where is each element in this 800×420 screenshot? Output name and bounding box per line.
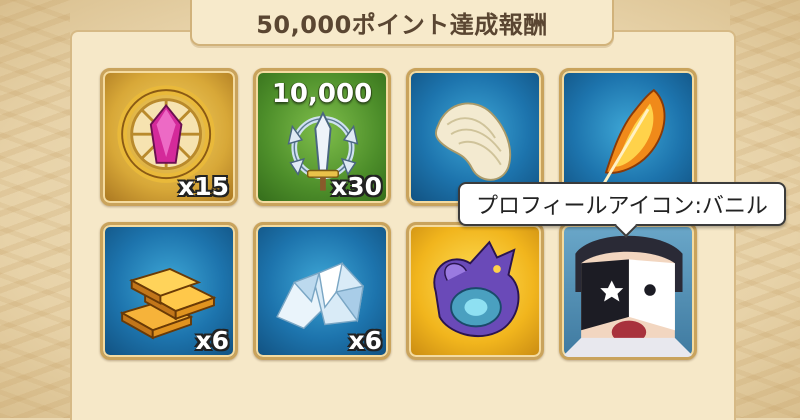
reward-amount: 10,000 bbox=[271, 79, 373, 109]
reward-item-sword-emblem[interactable]: 10,000 x30 bbox=[253, 68, 391, 206]
tooltip-text: プロフィールアイコン:バニル bbox=[476, 194, 768, 219]
reward-quantity: x6 bbox=[348, 326, 382, 355]
reward-quantity: x15 bbox=[178, 172, 229, 201]
reward-item-dragon[interactable] bbox=[406, 222, 544, 360]
reward-quantity: x6 bbox=[195, 326, 229, 355]
reward-item-gem-medallion[interactable]: x15 bbox=[100, 68, 238, 206]
reward-item-gold-bars[interactable]: x6 bbox=[100, 222, 238, 360]
title-tab: 50,000ポイント達成報酬 bbox=[190, 0, 614, 46]
reward-item-profile-icon[interactable] bbox=[559, 222, 697, 360]
character-portrait-icon bbox=[562, 235, 694, 357]
dragon-icon bbox=[433, 240, 520, 338]
reward-item-crystal-ore[interactable]: x6 bbox=[253, 222, 391, 360]
reward-quantity: x30 bbox=[331, 172, 382, 201]
item-tooltip: プロフィールアイコン:バニル bbox=[458, 182, 786, 226]
page-title: 50,000ポイント達成報酬 bbox=[256, 10, 548, 39]
